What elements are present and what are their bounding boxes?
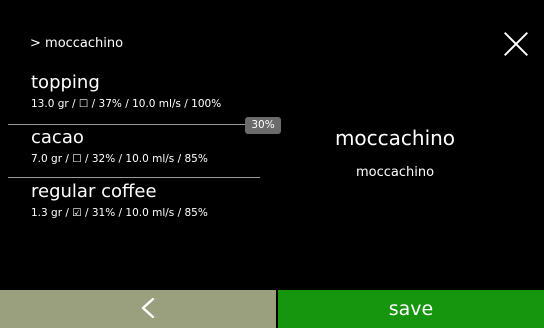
ingredient-item-regular-coffee[interactable]: regular coffee 1.3 gr / ☑ / 31% / 10.0 m… bbox=[0, 181, 260, 231]
ingredient-name: cacao bbox=[31, 127, 84, 148]
back-button[interactable] bbox=[0, 290, 276, 328]
divider bbox=[8, 177, 260, 178]
ingredient-details: 1.3 gr / ☑ / 31% / 10.0 ml/s / 85% bbox=[31, 207, 208, 219]
ingredient-name: regular coffee bbox=[31, 181, 157, 202]
save-button[interactable]: save bbox=[278, 290, 544, 328]
ingredient-item-cacao[interactable]: cacao 7.0 gr / ☐ / 32% / 10.0 ml/s / 85% bbox=[0, 127, 260, 177]
ingredient-details: 7.0 gr / ☐ / 32% / 10.0 ml/s / 85% bbox=[31, 153, 208, 165]
ingredient-details: 13.0 gr / ☐ / 37% / 10.0 ml/s / 100% bbox=[31, 98, 222, 110]
close-icon[interactable] bbox=[502, 30, 530, 58]
product-title: moccachino bbox=[334, 126, 456, 150]
percent-badge: 30% bbox=[245, 117, 281, 134]
breadcrumb: > moccachino bbox=[30, 36, 124, 51]
chevron-left-icon bbox=[141, 298, 155, 318]
ingredient-name: topping bbox=[31, 72, 100, 93]
divider bbox=[8, 124, 260, 125]
recipe-screen: > moccachino topping 13.0 gr / ☐ / 37% /… bbox=[0, 0, 544, 328]
ingredient-item-topping[interactable]: topping 13.0 gr / ☐ / 37% / 10.0 ml/s / … bbox=[0, 72, 260, 124]
product-subtitle: moccachino bbox=[355, 165, 435, 180]
